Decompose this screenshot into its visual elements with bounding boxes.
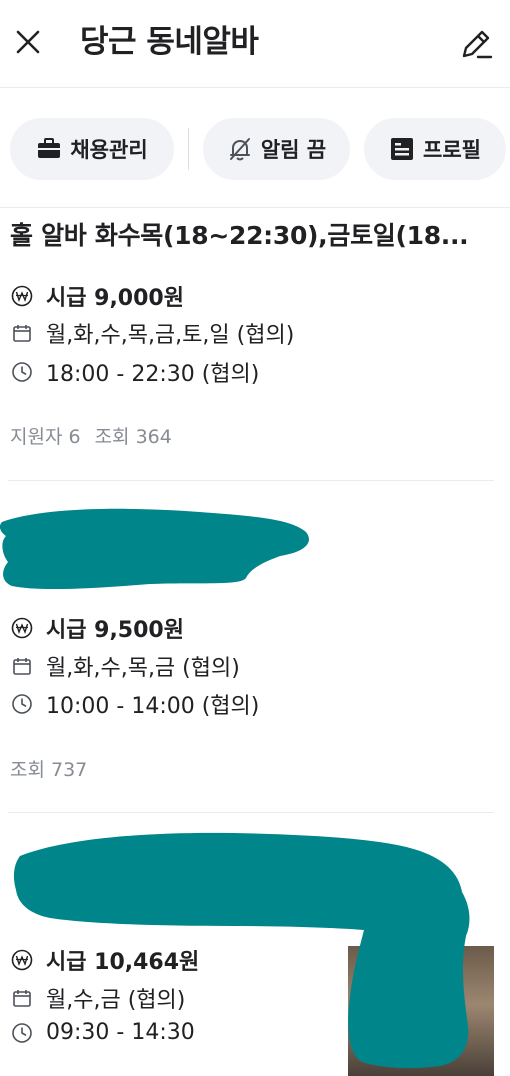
job-days-text: 월,수,금 (협의) [46,988,186,1013]
job-days: 월,화,수,목,금 (협의) [10,650,240,682]
job-stats: 지원자 6 조회 364 [10,422,172,449]
chip-recruit-manage[interactable]: 채용관리 [10,118,174,180]
close-button[interactable] [8,22,48,62]
job-wage-text: 시급 10,464원 [46,950,200,975]
bell-off-icon [229,138,250,161]
job-hours: 18:00 - 22:30 (협의) [10,356,259,388]
briefcase-icon [38,138,61,158]
clock-icon [10,1021,34,1045]
clock-icon [10,360,34,384]
chip-alarm-off[interactable]: 알림 끔 [203,118,350,180]
close-icon [16,30,40,54]
job-stats: 조회 737 [10,755,87,782]
chip-divider [188,128,189,170]
won-icon [10,616,34,640]
job-wage: 시급 9,000원 [10,280,184,312]
edit-button[interactable] [456,24,496,64]
job-days: 월,화,수,목,금,토,일 (협의) [10,317,294,349]
chip-profile[interactable]: 프로필 [364,118,506,180]
chip-label: 채용관리 [70,138,148,162]
chip-label: 알림 끔 [260,138,327,162]
page-title: 당근 동네알바 [80,24,259,60]
calendar-icon [10,321,34,345]
job-days-text: 월,화,수,목,금,토,일 (협의) [46,323,295,348]
job-hours: 10:00 - 14:00 (협의) [10,688,259,720]
applicant-count: 지원자 6 [10,426,81,448]
chip-label: 프로필 [423,138,481,162]
action-chip-bar: 채용관리 알림 끔 프로필 [0,88,510,208]
won-icon [10,948,34,972]
job-wage: 시급 10,464원 [10,944,199,976]
job-wage-text: 시급 9,500원 [46,618,184,643]
redaction-mark [0,508,309,590]
view-count: 조회 737 [10,759,88,781]
view-count: 조회 364 [94,426,172,448]
card-divider [8,812,494,813]
profile-card-icon [391,138,414,160]
job-wage: 시급 9,500원 [10,612,184,644]
job-days-text: 월,화,수,목,금 (협의) [46,656,240,681]
card-divider [8,480,494,481]
job-hours: 09:30 - 14:30 [10,1020,195,1045]
job-hours-text: 18:00 - 22:30 (협의) [46,362,260,387]
clock-icon [10,692,34,716]
calendar-icon [10,654,34,678]
app-header: 당근 동네알바 [0,0,510,88]
pencil-icon [462,30,493,59]
calendar-icon [10,986,34,1010]
job-title: 홀 알바 화수목(18~22:30),금토일(18... [10,221,469,250]
job-hours-text: 10:00 - 14:00 (협의) [46,694,260,719]
won-icon [10,284,34,308]
job-days: 월,수,금 (협의) [10,982,185,1014]
job-wage-text: 시급 9,000원 [46,286,184,311]
job-hours-text: 09:30 - 14:30 [46,1020,195,1045]
